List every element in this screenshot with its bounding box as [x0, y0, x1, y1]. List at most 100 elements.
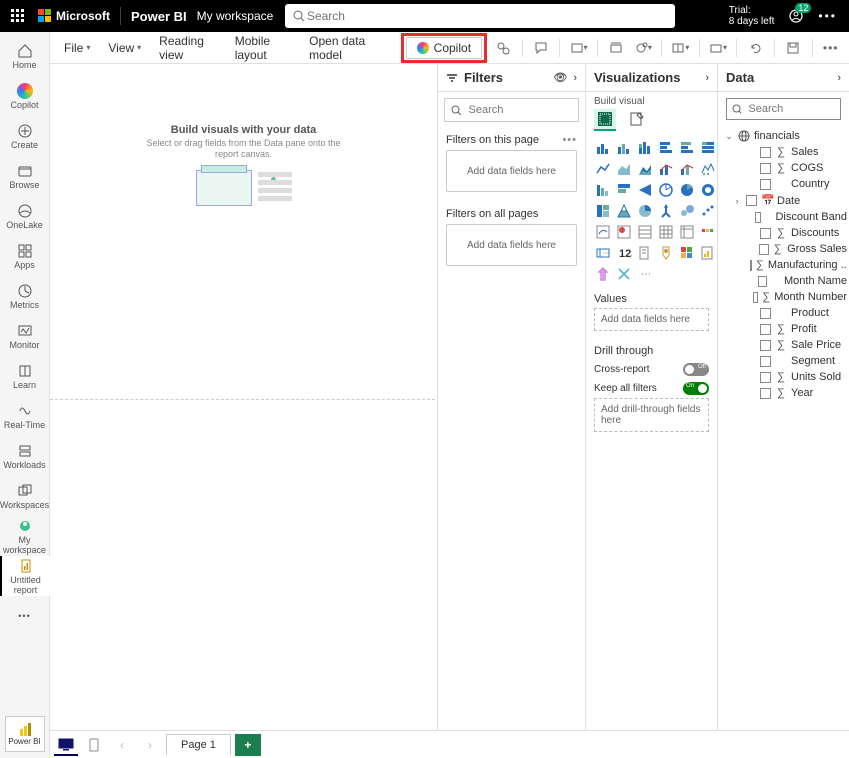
filters-page-drop[interactable]: Add data fields here [446, 150, 577, 192]
drill-drop[interactable]: Add drill-through fields here [594, 398, 709, 432]
data-search-input[interactable] [746, 102, 835, 116]
prev-page-icon[interactable]: ‹ [110, 734, 134, 756]
page-tab[interactable]: Page 1 [166, 734, 231, 755]
viz-type-24[interactable] [594, 223, 612, 241]
filters-search[interactable] [444, 98, 579, 122]
viz-type-38[interactable]: ⋯ [636, 265, 654, 283]
nav-workloads[interactable]: Workloads [0, 436, 50, 476]
field-row[interactable]: ∑Profit [746, 321, 847, 337]
field-row[interactable]: ∑Discounts [746, 225, 847, 241]
viz-type-13[interactable] [615, 181, 633, 199]
viz-type-33[interactable] [657, 244, 675, 262]
field-checkbox[interactable] [758, 276, 767, 287]
viz-type-23[interactable] [699, 202, 717, 220]
field-checkbox[interactable] [760, 372, 771, 383]
nav-onelake[interactable]: OneLake [0, 196, 50, 236]
viz-type-35[interactable] [699, 244, 717, 262]
table-row[interactable]: ⌄ financials [724, 128, 847, 144]
viz-type-22[interactable] [678, 202, 696, 220]
add-page-button[interactable]: + [235, 734, 261, 756]
viz-type-14[interactable] [636, 181, 654, 199]
viz-type-5[interactable] [699, 139, 717, 157]
viz-type-26[interactable] [636, 223, 654, 241]
desktop-view-icon[interactable] [54, 734, 78, 756]
viz-type-31[interactable]: 123 [615, 244, 633, 262]
viz-type-34[interactable] [678, 244, 696, 262]
filters-search-input[interactable] [467, 103, 572, 117]
field-row[interactable]: ∑COGS [746, 160, 847, 176]
cross-report-toggle[interactable]: Off [683, 363, 709, 376]
field-checkbox[interactable] [760, 163, 771, 174]
field-checkbox[interactable] [760, 179, 771, 190]
field-row[interactable]: ∑Month Number [746, 289, 847, 305]
viz-type-21[interactable] [657, 202, 675, 220]
viz-type-17[interactable] [699, 181, 717, 199]
viz-type-9[interactable] [657, 160, 675, 178]
field-row[interactable]: Product [746, 305, 847, 321]
powerbi-switch-button[interactable]: Power BI [5, 716, 45, 752]
field-checkbox[interactable] [759, 244, 769, 255]
product-name[interactable]: Power BI [131, 9, 187, 24]
viz-type-30[interactable]: ⋯ [594, 244, 612, 262]
viz-type-28[interactable] [678, 223, 696, 241]
viz-type-25[interactable] [615, 223, 633, 241]
field-checkbox[interactable] [760, 228, 771, 239]
nav-my-workspace[interactable]: My workspace [0, 516, 50, 556]
field-checkbox[interactable] [746, 195, 757, 206]
menu-reading-view[interactable]: Reading view [153, 30, 223, 66]
viz-type-36[interactable] [594, 265, 612, 283]
field-checkbox[interactable] [753, 292, 758, 303]
viz-type-8[interactable] [636, 160, 654, 178]
view-icon[interactable]: 👁 [553, 71, 567, 84]
collapse-icon[interactable]: › [705, 72, 709, 84]
field-checkbox[interactable] [760, 340, 771, 351]
field-row[interactable]: ∑Gross Sales [746, 241, 847, 257]
values-drop[interactable]: Add data fields here [594, 308, 709, 331]
viz-type-29[interactable] [699, 223, 717, 241]
field-checkbox[interactable] [750, 260, 752, 271]
menu-file[interactable]: File▾ [58, 37, 96, 59]
viz-type-16[interactable] [678, 181, 696, 199]
field-row[interactable]: Month Name [746, 273, 847, 289]
field-row[interactable]: ∑Manufacturing ... [746, 257, 847, 273]
more-icon[interactable]: ••• [818, 9, 837, 23]
nav-realtime[interactable]: Real-Time [0, 396, 50, 436]
field-row[interactable]: ∑Year [746, 385, 847, 401]
field-checkbox[interactable] [760, 356, 771, 367]
viz-type-37[interactable] [615, 265, 633, 283]
field-row[interactable]: Segment [746, 353, 847, 369]
field-checkbox[interactable] [760, 308, 771, 319]
ribbon-more-icon[interactable]: ••• [820, 36, 841, 60]
viz-type-32[interactable] [636, 244, 654, 262]
field-checkbox[interactable] [760, 388, 771, 399]
viz-type-11[interactable] [699, 160, 717, 178]
viz-type-3[interactable] [657, 139, 675, 157]
collapse-icon[interactable]: › [573, 72, 577, 84]
data-search[interactable] [726, 98, 841, 120]
nav-monitor[interactable]: Monitor [0, 316, 50, 356]
notifications-icon[interactable]: 12 [788, 8, 804, 24]
viz-type-10[interactable] [678, 160, 696, 178]
workspace-name[interactable]: My workspace [197, 9, 274, 23]
field-row[interactable]: ∑Units Sold [746, 369, 847, 385]
viz-type-18[interactable] [594, 202, 612, 220]
expand-icon[interactable]: › [732, 196, 742, 206]
viz-type-19[interactable] [615, 202, 633, 220]
ribbon-icon-2[interactable] [606, 36, 627, 60]
menu-mobile-layout[interactable]: Mobile layout [229, 30, 297, 66]
build-visual-mode[interactable] [594, 109, 616, 131]
field-checkbox[interactable] [755, 212, 761, 223]
nav-create[interactable]: Create [0, 116, 50, 156]
copilot-button[interactable]: Copilot [406, 37, 482, 59]
app-launcher-icon[interactable] [6, 4, 30, 28]
nav-copilot[interactable]: Copilot [0, 76, 50, 116]
field-row[interactable]: Country [746, 176, 847, 192]
comment-icon[interactable] [531, 36, 552, 60]
ribbon-icon-3[interactable]: ▾ [632, 36, 653, 60]
nav-apps[interactable]: Apps [0, 236, 50, 276]
filters-all-drop[interactable]: Add data fields here [446, 224, 577, 266]
field-checkbox[interactable] [760, 147, 771, 158]
field-checkbox[interactable] [760, 324, 771, 335]
nav-more[interactable]: ••• [0, 596, 50, 636]
field-row[interactable]: ∑Sale Price [746, 337, 847, 353]
